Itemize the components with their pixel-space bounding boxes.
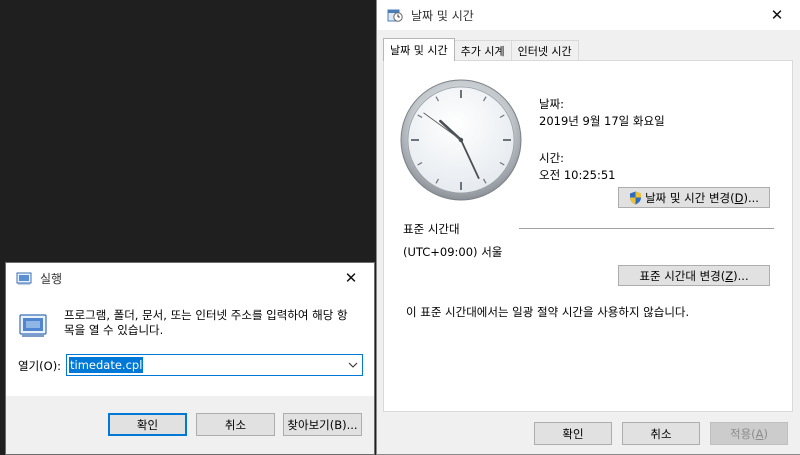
change-timezone-button[interactable]: 표준 시간대 변경(Z)... — [618, 265, 770, 286]
run-button-bar: 확인 취소 찾아보기(B)... — [6, 396, 374, 454]
run-app-icon — [16, 270, 32, 286]
run-cancel-label: 취소 — [224, 417, 247, 432]
apply-label: 적용( — [729, 426, 756, 441]
tab-label: 인터넷 시간 — [517, 44, 572, 58]
change-timezone-label: 표준 시간대 변경( — [639, 268, 726, 283]
apply-button[interactable]: 적용(A) — [710, 422, 788, 445]
timezone-value: (UTC+09:00) 서울 — [403, 245, 503, 259]
change-date-time-key: D — [734, 190, 744, 205]
timezone-section-label: 표준 시간대 — [403, 222, 460, 236]
date-label: 날짜: — [539, 97, 565, 111]
cancel-label: 취소 — [650, 426, 672, 441]
tab-label: 날짜 및 시간 — [390, 44, 448, 57]
close-icon: ✕ — [344, 269, 358, 287]
run-dialog: 실행 ✕ 프로그램, 폴더, 문서, 또는 인터넷 주소를 입력하여 해당 항 … — [5, 262, 375, 455]
change-date-time-suffix: )... — [743, 190, 759, 205]
datetime-tabs: 날짜 및 시간 추가 시계 인터넷 시간 — [383, 38, 579, 61]
datetime-close-button[interactable]: ✕ — [754, 0, 800, 30]
run-titlebar[interactable]: 실행 ✕ — [6, 263, 374, 293]
time-label: 시간: — [539, 151, 565, 165]
ok-button[interactable]: 확인 — [534, 422, 612, 445]
change-date-time-button[interactable]: 날짜 및 시간 변경(D)... — [618, 187, 770, 208]
datetime-app-icon — [387, 7, 403, 23]
apply-suffix: ) — [763, 426, 769, 441]
cancel-button[interactable]: 취소 — [622, 422, 700, 445]
run-ok-label: 확인 — [136, 417, 159, 432]
datetime-titlebar[interactable]: 날짜 및 시간 ✕ — [377, 0, 800, 30]
timezone-separator — [519, 228, 774, 229]
run-ok-button[interactable]: 확인 — [108, 413, 187, 436]
ok-label: 확인 — [562, 426, 584, 441]
datetime-button-bar: 확인 취소 적용(A) — [377, 414, 800, 454]
tab-label: 추가 시계 — [460, 44, 505, 58]
time-value: 오전 10:25:51 — [539, 168, 616, 182]
browse-label: 찾아보기(B)... — [287, 417, 358, 432]
change-timezone-key: Z — [725, 268, 734, 283]
run-window-title: 실행 — [40, 271, 63, 286]
open-label: 열기(O): — [18, 359, 62, 373]
dst-note: 이 표준 시간대에서는 일광 절약 시간을 사용하지 않습니다. — [406, 305, 690, 319]
open-input[interactable]: timedate.cpl — [69, 357, 144, 373]
run-cancel-button[interactable]: 취소 — [196, 413, 275, 436]
open-combobox[interactable]: timedate.cpl — [66, 354, 363, 376]
chevron-down-icon[interactable] — [344, 355, 362, 375]
date-value: 2019년 9월 17일 화요일 — [539, 114, 665, 128]
close-icon: ✕ — [770, 6, 784, 24]
apply-key: A — [755, 426, 764, 441]
change-timezone-suffix: )... — [733, 268, 749, 283]
datetime-window-title: 날짜 및 시간 — [411, 8, 474, 23]
run-close-button[interactable]: ✕ — [328, 263, 374, 293]
analog-clock — [400, 79, 522, 201]
shield-icon — [629, 191, 642, 205]
browse-button[interactable]: 찾아보기(B)... — [283, 413, 362, 436]
date-time-tab-panel: 날짜: 2019년 9월 17일 화요일 시간: 오전 10:25:51 날짜 … — [383, 60, 793, 412]
tab-internet-time[interactable]: 인터넷 시간 — [510, 40, 579, 60]
tab-date-time[interactable]: 날짜 및 시간 — [383, 38, 455, 61]
run-large-icon — [18, 310, 48, 343]
datetime-window: 날짜 및 시간 ✕ 날짜 및 시간 추가 시계 인터넷 시간 날짜: 2019년… — [376, 0, 800, 455]
run-description: 프로그램, 폴더, 문서, 또는 인터넷 주소를 입력하여 해당 항 목을 열 … — [64, 308, 348, 337]
change-date-time-label: 날짜 및 시간 변경( — [645, 190, 735, 205]
tab-additional-clocks[interactable]: 추가 시계 — [453, 40, 512, 60]
